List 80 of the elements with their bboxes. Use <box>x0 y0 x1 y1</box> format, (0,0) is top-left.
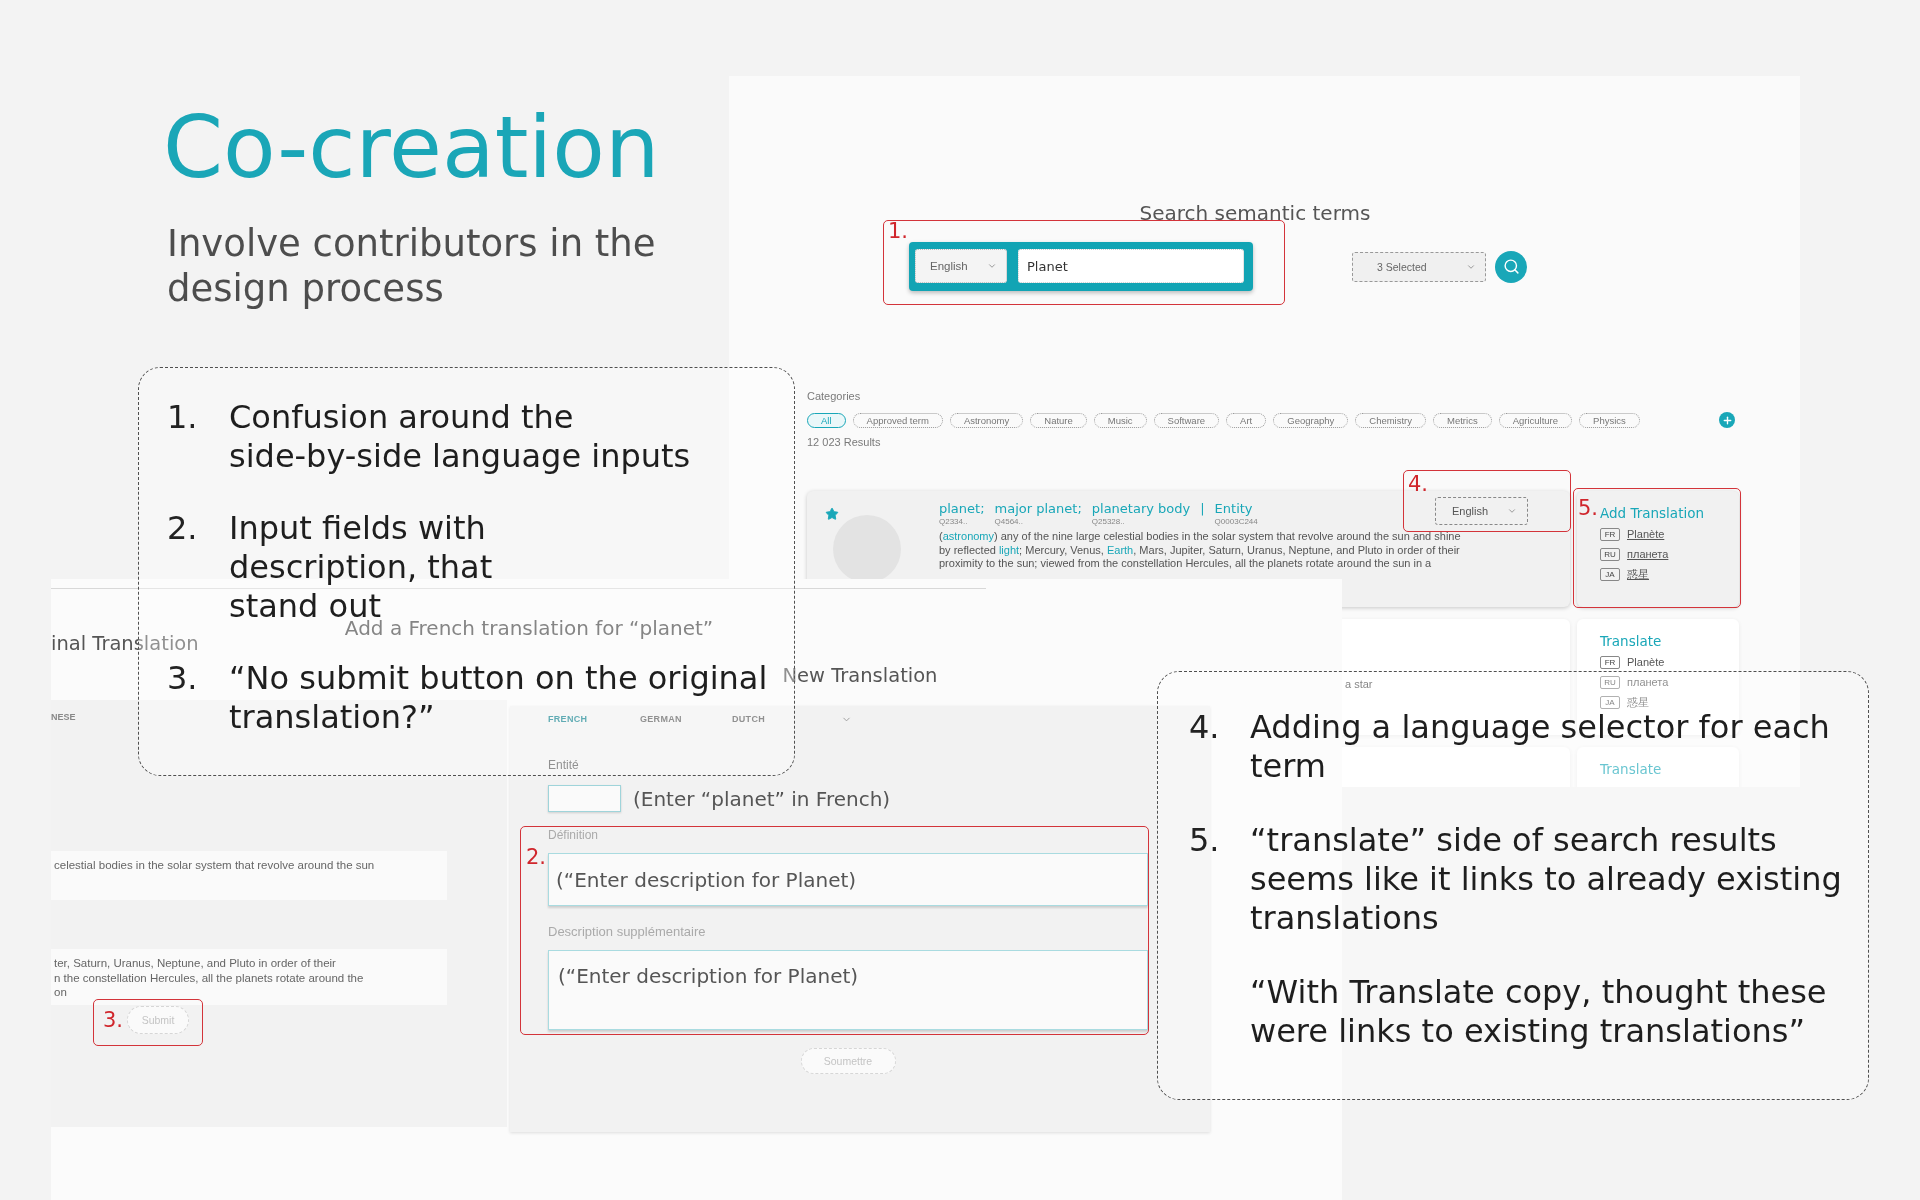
language-code: RU <box>1600 675 1620 689</box>
chevron-down-icon <box>987 261 997 271</box>
note-text: description, that <box>229 548 493 587</box>
annotation-number: 5. <box>1578 498 1599 519</box>
list-number: 3. <box>167 659 198 698</box>
definition-input[interactable]: (“Enter description for Planet) <box>548 853 1148 906</box>
slide-subtitle: Involve contributors in the design process <box>167 221 657 311</box>
note-text: side-by-side language inputs <box>229 437 691 476</box>
term-id: Q0003C244 <box>1214 517 1258 526</box>
search-icon <box>1502 258 1520 275</box>
definition-text: (astronomy) any of the nine large celestial bodies in the solar system that revolve around the sun and shine by reflected light; Mercury, Venus, Earth, Mars, Jupiter, Saturn, Uranus, Neptune, and Pluto in order of their proximity to the sun; viewed from the constellation Hercules, all the planets rotate around the sun in a <box>939 530 1461 571</box>
list-number: 4. <box>1189 708 1220 747</box>
language-tab[interactable]: NESE <box>51 711 76 723</box>
note-text: “No submit button on the original <box>229 659 768 698</box>
text-field[interactable]: celestial bodies in the solar system that revolve around the sun <box>51 851 447 900</box>
entity-link[interactable]: Entity <box>1214 501 1253 517</box>
input-hint: (Enter “planet” in French) <box>633 786 891 811</box>
term-link[interactable]: major planet; <box>994 501 1082 517</box>
note-text: “translate” side of search results <box>1250 821 1777 860</box>
note-text: Input fields with <box>229 509 486 548</box>
term-link[interactable]: planet; <box>939 501 985 517</box>
term-id: Q25328.. <box>1091 517 1125 526</box>
language-code: RU <box>1600 547 1620 561</box>
annotation-number: 2. <box>526 847 547 868</box>
field-label: Description supplémentaire <box>548 925 706 939</box>
language-select[interactable]: English <box>915 249 1007 283</box>
list-number: 5. <box>1189 821 1220 860</box>
plus-icon <box>1721 414 1733 426</box>
column-title: inal Translation <box>51 632 199 656</box>
note-text: translation?” <box>229 698 435 737</box>
note-text: Confusion around the <box>229 398 574 437</box>
field-label: Définition <box>548 828 599 842</box>
list-number: 1. <box>167 398 198 437</box>
note-text: translations <box>1250 899 1439 938</box>
results-count: 12 023 Results <box>807 436 881 449</box>
quote-text: were links to existing translations” <box>1250 1012 1806 1051</box>
definition-text: a star <box>1345 677 1373 691</box>
language-tab[interactable]: GERMAN <box>640 713 732 725</box>
search-input[interactable]: Planet <box>1018 249 1244 283</box>
column-title: New Translation <box>782 664 938 688</box>
term-id: Q4564.. <box>994 517 1023 526</box>
separator: | <box>1200 501 1205 517</box>
screen-heading: Search semantic terms <box>1139 201 1371 225</box>
term-link[interactable]: planetary body <box>1091 501 1191 517</box>
translation-link[interactable]: Planète <box>1627 655 1665 669</box>
field-label: Entité <box>548 758 579 772</box>
search-button[interactable] <box>1495 250 1527 283</box>
translate-link[interactable]: Add Translation <box>1600 504 1704 522</box>
language-code: JA <box>1600 567 1620 581</box>
categories-label: Categories <box>807 390 861 403</box>
quote-text: “With Translate copy, thought these <box>1250 973 1827 1012</box>
translate-link[interactable]: Translate <box>1600 632 1662 650</box>
slide-title: Co-creation <box>163 104 660 190</box>
note-text: seems like it links to already existing <box>1250 860 1842 899</box>
annotation-number: 3. <box>103 1009 124 1031</box>
language-tab[interactable]: DUTCH <box>732 713 824 725</box>
star-icon[interactable] <box>825 507 839 521</box>
language-select[interactable]: English <box>1435 497 1528 525</box>
entity-input[interactable] <box>548 785 621 812</box>
translation-link[interactable]: планета <box>1627 675 1669 689</box>
list-number: 2. <box>167 509 198 548</box>
category-select[interactable]: 3 Selected <box>1352 251 1486 282</box>
language-code: JA <box>1600 695 1620 709</box>
language-code: FR <box>1600 655 1620 669</box>
chevron-down-icon <box>1507 506 1517 516</box>
translation-link[interactable]: Planète <box>1627 527 1665 541</box>
annotation-number: 4. <box>1408 474 1429 495</box>
note-text: Adding a language selector for each <box>1250 708 1830 747</box>
translation-link[interactable]: 惑星 <box>1627 567 1649 581</box>
translation-link[interactable]: 惑星 <box>1627 695 1649 709</box>
text-field[interactable]: ter, Saturn, Uranus, Neptune, and Pluto in order of their n the constellation Hercules, all the planets rotate around the on <box>51 949 447 1005</box>
language-tab[interactable]: FRENCH <box>548 713 640 725</box>
category-chip[interactable]: All <box>807 412 846 428</box>
term-id: Q2334.. <box>939 517 968 526</box>
note-text: term <box>1250 747 1326 786</box>
annotation-number: 1. <box>888 221 909 242</box>
language-code: FR <box>1600 527 1620 541</box>
add-category-button[interactable] <box>1719 412 1735 428</box>
description-input[interactable]: (“Enter description for Planet) <box>548 950 1148 1030</box>
translation-link[interactable]: планета <box>1627 547 1669 561</box>
